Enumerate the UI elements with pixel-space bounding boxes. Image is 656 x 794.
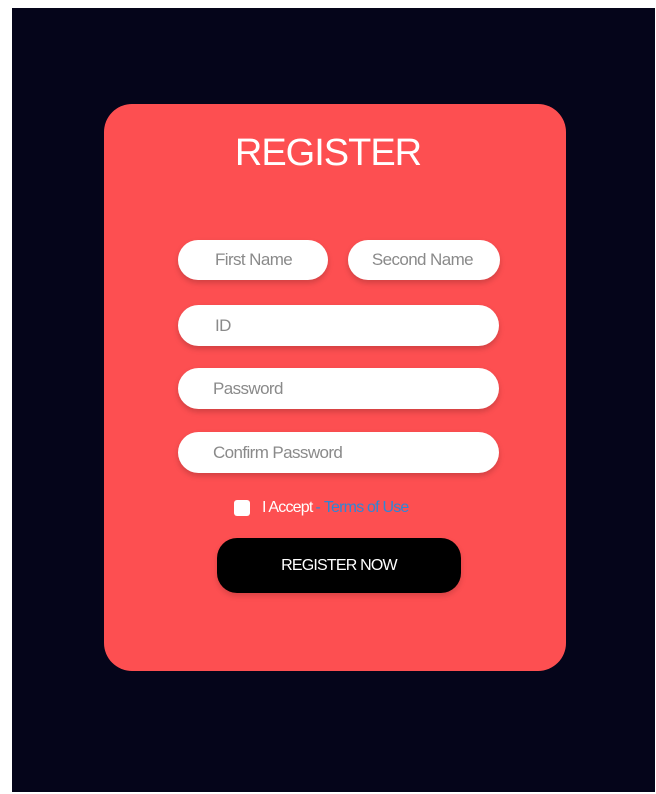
terms-of-use-link[interactable]: Terms of Use	[324, 499, 409, 517]
id-input[interactable]	[178, 305, 499, 346]
password-input[interactable]	[178, 368, 499, 409]
register-now-button[interactable]: REGISTER NOW	[217, 538, 461, 593]
form-title-text: REGISTER	[234, 132, 422, 174]
second-name-input[interactable]	[348, 240, 500, 280]
accept-terms-row: I Accept - Terms of Use	[234, 497, 409, 519]
first-name-input[interactable]	[178, 240, 328, 280]
accept-label: I Accept	[262, 499, 313, 516]
confirm-password-input[interactable]	[178, 432, 499, 473]
accept-terms-checkbox[interactable]	[234, 500, 250, 516]
form-title: REGISTER	[0, 132, 656, 175]
accept-separator: -	[315, 499, 321, 516]
